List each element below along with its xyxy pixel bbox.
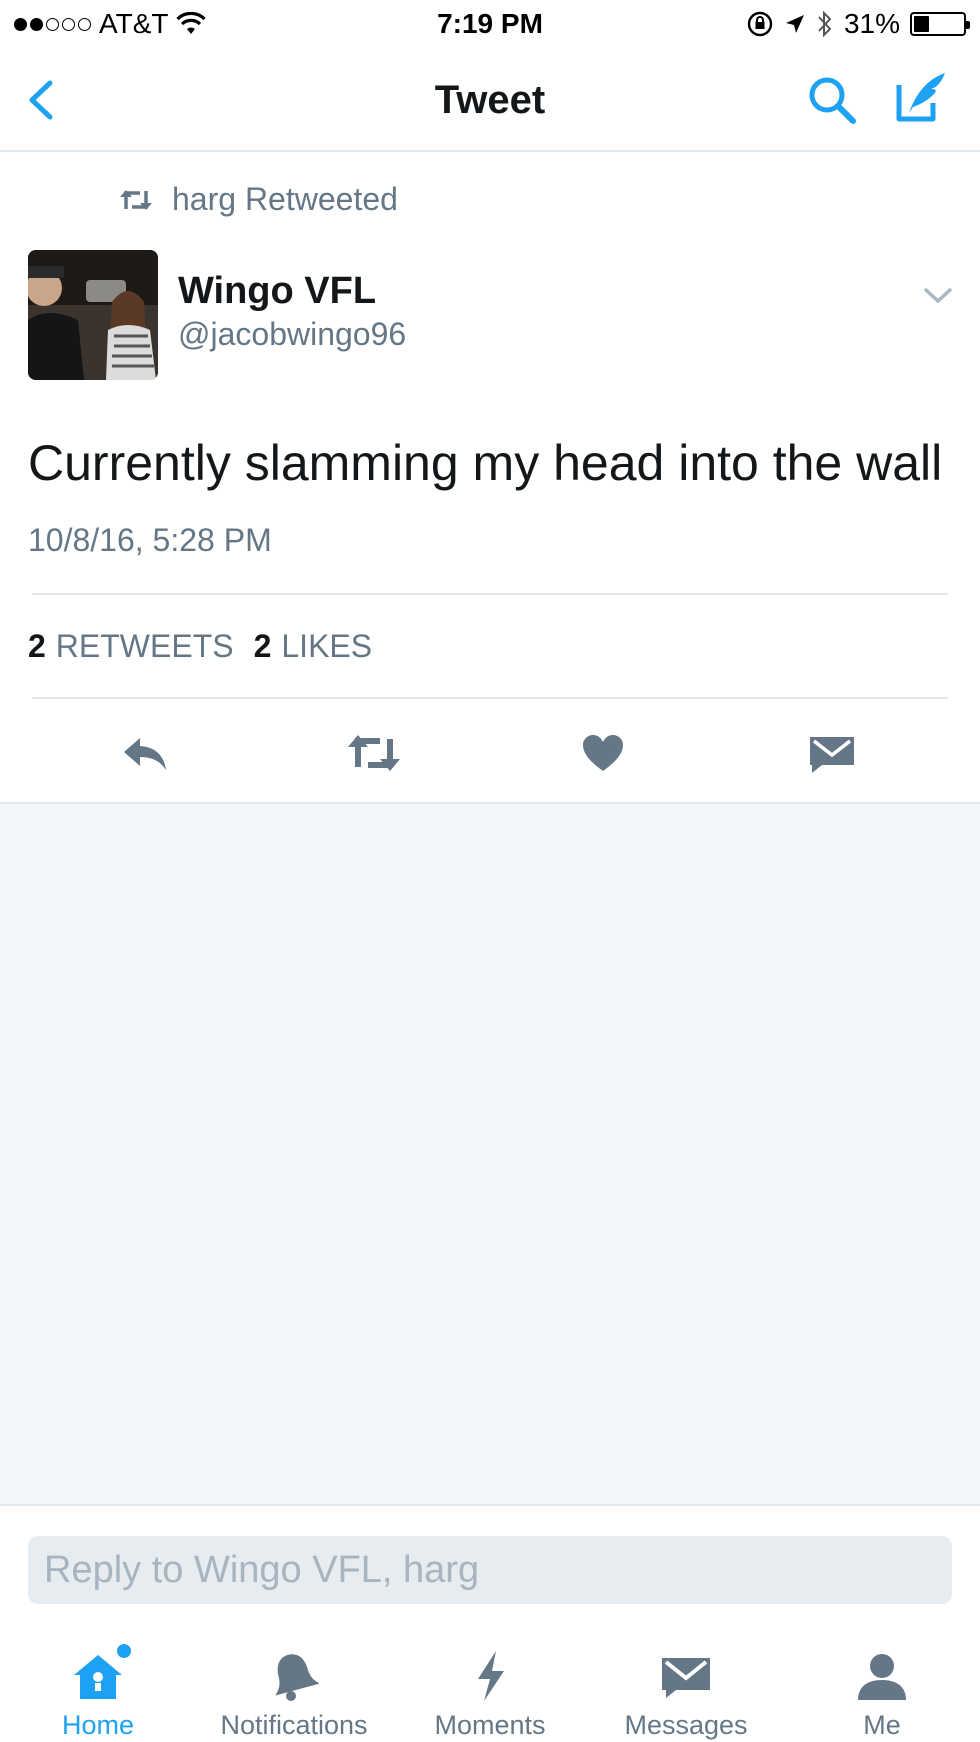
tweet-actions xyxy=(0,700,980,800)
bluetooth-icon xyxy=(818,10,832,38)
person-icon xyxy=(847,1646,917,1706)
lightning-icon xyxy=(455,1646,525,1706)
tab-label-messages: Messages xyxy=(624,1710,748,1740)
tab-label-notifications: Notifications xyxy=(220,1710,368,1740)
tab-me[interactable]: Me xyxy=(784,1620,980,1742)
divider xyxy=(32,593,948,595)
like-label: LIKES xyxy=(281,628,373,664)
tab-moments[interactable]: Moments xyxy=(392,1620,588,1742)
reply-bar xyxy=(0,1506,980,1606)
compose-icon[interactable] xyxy=(893,69,949,125)
retweet-stat[interactable]: 2 RETWEETS xyxy=(28,628,234,665)
divider xyxy=(32,697,948,699)
chevron-down-icon[interactable] xyxy=(918,280,958,310)
author-name[interactable]: Wingo VFL xyxy=(178,270,376,313)
avatar-image xyxy=(28,250,158,380)
author-handle[interactable]: @jacobwingo96 xyxy=(178,316,406,353)
reply-icon xyxy=(124,738,166,770)
retweet-icon xyxy=(348,735,400,771)
back-chevron-icon[interactable] xyxy=(22,75,62,125)
battery-percent: 31% xyxy=(843,8,900,39)
tab-messages[interactable]: Messages xyxy=(588,1620,784,1742)
retweet-label: RETWEETS xyxy=(55,628,234,664)
location-arrow-icon xyxy=(785,15,804,33)
like-icon xyxy=(583,735,623,771)
direct-message-icon xyxy=(810,737,854,773)
status-bar: AT&T 7:19 PM 31% xyxy=(0,0,980,50)
retweet-button[interactable] xyxy=(344,728,404,778)
bell-icon xyxy=(259,1646,329,1706)
reply-button[interactable] xyxy=(115,728,175,778)
tab-notifications[interactable]: Notifications xyxy=(196,1620,392,1742)
tweet-text: Currently slamming my head into the wall xyxy=(28,435,943,491)
like-count: 2 xyxy=(253,628,272,664)
orientation-lock-icon xyxy=(747,11,773,37)
home-icon xyxy=(63,1644,133,1706)
retweet-context: harg Retweeted xyxy=(118,181,398,218)
reply-input[interactable] xyxy=(28,1536,952,1604)
retweet-small-icon xyxy=(120,189,152,210)
tab-label-home: Home xyxy=(61,1710,135,1740)
retweeted-by-label: harg Retweeted xyxy=(172,181,398,217)
tab-bar: Home Notifications Moments Messages Me xyxy=(0,1620,980,1742)
tweet-stats: 2 RETWEETS 2 LIKES xyxy=(28,628,372,665)
retweet-count: 2 xyxy=(28,628,46,664)
tweet-author: Wingo VFL @jacobwingo96 xyxy=(28,250,958,380)
like-button[interactable] xyxy=(573,728,633,778)
envelope-icon xyxy=(651,1646,721,1706)
unread-indicator xyxy=(117,1644,131,1658)
direct-message-button[interactable] xyxy=(802,728,862,778)
battery-icon xyxy=(910,12,970,36)
empty-replies-area xyxy=(0,802,980,1506)
nav-bar: Tweet xyxy=(0,50,980,152)
search-icon[interactable] xyxy=(805,73,859,127)
tweet-timestamp: 10/8/16, 5:28 PM xyxy=(28,522,272,558)
like-stat[interactable]: 2 LIKES xyxy=(254,628,373,665)
battery-fill xyxy=(914,16,929,32)
tab-home[interactable]: Home xyxy=(0,1620,196,1742)
avatar[interactable] xyxy=(28,250,158,380)
status-right: 31% xyxy=(746,8,970,40)
tab-label-moments: Moments xyxy=(434,1710,546,1740)
tab-label-me: Me xyxy=(863,1710,901,1740)
